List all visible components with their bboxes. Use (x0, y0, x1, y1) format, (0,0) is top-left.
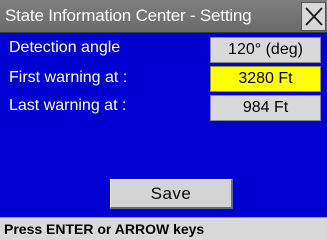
status-hint: Press ENTER or ARROW keys (4, 221, 205, 237)
status-bar: Press ENTER or ARROW keys (0, 217, 327, 240)
last-warning-label: Last warning at : (9, 97, 127, 114)
close-icon (305, 7, 323, 26)
title-bar: State Information Center - Setting (0, 0, 327, 33)
save-button[interactable]: Save (110, 179, 233, 209)
window-title: State Information Center - Setting (5, 6, 252, 25)
detection-angle-value[interactable]: 120° (deg) (210, 37, 321, 63)
detection-angle-label: Detection angle (9, 39, 121, 56)
first-warning-label: First warning at : (9, 69, 128, 86)
settings-screen: State Information Center - Setting Detec… (0, 0, 327, 240)
last-warning-value[interactable]: 984 Ft (210, 95, 321, 121)
first-warning-value[interactable]: 3280 Ft (210, 66, 321, 92)
close-button[interactable] (301, 2, 326, 31)
